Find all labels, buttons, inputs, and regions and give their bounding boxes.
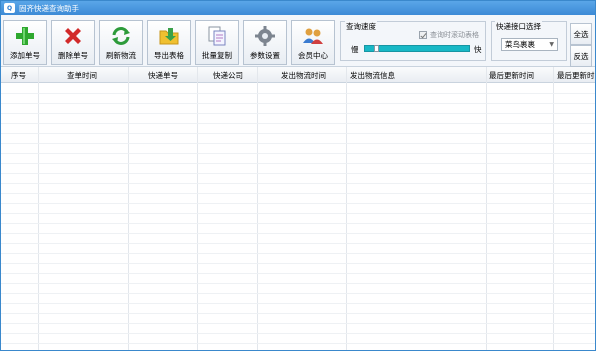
- column-divider: [38, 67, 39, 350]
- row-divider: [1, 303, 595, 304]
- copy-documents-icon: [208, 26, 226, 46]
- column-divider: [486, 67, 487, 350]
- courier-api-select[interactable]: 菜鸟裹裹 ▼: [501, 38, 558, 51]
- app-logo-icon: Q: [4, 3, 15, 13]
- slow-label: 慢: [351, 45, 359, 54]
- row-divider: [1, 223, 595, 224]
- column-header-courier[interactable]: 快递公司: [213, 70, 243, 81]
- row-divider: [1, 273, 595, 274]
- scroll-table-label: 查询时滚动表格: [430, 31, 479, 39]
- member-center-icon: [303, 28, 323, 44]
- select-all-button[interactable]: 全选: [570, 23, 592, 45]
- row-divider: [1, 333, 595, 334]
- row-divider: [1, 133, 595, 134]
- row-divider: [1, 253, 595, 254]
- column-header-last-update-2[interactable]: 最后更新时: [557, 70, 595, 81]
- row-divider: [1, 233, 595, 234]
- window-title: 固齐快递查询助手: [19, 3, 79, 13]
- export-table-label: 导出表格: [154, 51, 184, 60]
- column-header-tracking-number[interactable]: 快递单号: [148, 70, 178, 81]
- table-header: 序号 查单时间 快递单号 快递公司 发出物流时间 发出物流信息 最后更新时间 最…: [1, 67, 595, 83]
- member-center-button[interactable]: 会员中心: [291, 20, 335, 65]
- row-divider: [1, 313, 595, 314]
- column-header-query-time[interactable]: 查单时间: [67, 70, 97, 81]
- speed-slider-track[interactable]: [364, 45, 470, 52]
- app-window: Q 固齐快递查询助手 添加单号 删除单号 刷新物流 导出表格 批量复制 参数设置…: [0, 0, 596, 351]
- batch-copy-label: 批量复制: [202, 51, 232, 60]
- refresh-logistics-label: 刷新物流: [106, 51, 136, 60]
- delete-red-x-icon: [65, 28, 81, 44]
- row-divider: [1, 103, 595, 104]
- column-header-dispatch-time[interactable]: 发出物流时间: [281, 70, 326, 81]
- row-divider: [1, 293, 595, 294]
- add-green-plus-icon: [16, 27, 34, 45]
- column-header-last-update[interactable]: 最后更新时间: [489, 70, 534, 81]
- refresh-green-arrows-icon: [112, 27, 130, 45]
- row-divider: [1, 183, 595, 184]
- column-header-dispatch-info[interactable]: 发出物流信息: [350, 70, 395, 81]
- tracking-table[interactable]: 序号 查单时间 快递单号 快递公司 发出物流时间 发出物流信息 最后更新时间 最…: [1, 67, 595, 350]
- row-divider: [1, 283, 595, 284]
- export-table-button[interactable]: 导出表格: [147, 20, 191, 65]
- row-divider: [1, 213, 595, 214]
- title-bar: Q 固齐快递查询助手: [1, 1, 595, 15]
- scroll-table-checkbox[interactable]: 查询时滚动表格: [419, 30, 479, 40]
- row-divider: [1, 193, 595, 194]
- row-divider: [1, 163, 595, 164]
- fast-label: 快: [474, 45, 482, 54]
- row-divider: [1, 123, 595, 124]
- delete-number-button[interactable]: 删除单号: [51, 20, 95, 65]
- column-divider: [346, 67, 347, 350]
- settings-gear-icon: [255, 26, 275, 46]
- column-divider: [197, 67, 198, 350]
- parameter-settings-button[interactable]: 参数设置: [243, 20, 287, 65]
- row-divider: [1, 113, 595, 114]
- column-divider: [257, 67, 258, 350]
- row-divider: [1, 243, 595, 244]
- row-divider: [1, 93, 595, 94]
- batch-copy-button[interactable]: 批量复制: [195, 20, 239, 65]
- chevron-down-icon: ▼: [549, 41, 554, 48]
- speed-slider-thumb[interactable]: [374, 45, 379, 52]
- courier-api-selected: 菜鸟裹裹: [505, 40, 535, 49]
- export-folder-icon: [159, 28, 179, 45]
- checkbox-checked-icon: [419, 31, 427, 39]
- row-divider: [1, 143, 595, 144]
- row-divider: [1, 323, 595, 324]
- column-divider: [553, 67, 554, 350]
- member-center-label: 会员中心: [298, 51, 328, 60]
- row-divider: [1, 203, 595, 204]
- query-speed-title: 查询速度: [345, 21, 377, 32]
- column-divider: [128, 67, 129, 350]
- add-number-button[interactable]: 添加单号: [3, 20, 47, 65]
- row-divider: [1, 343, 595, 344]
- column-header-index[interactable]: 序号: [11, 70, 26, 81]
- refresh-logistics-button[interactable]: 刷新物流: [99, 20, 143, 65]
- delete-number-label: 删除单号: [58, 51, 88, 60]
- row-divider: [1, 153, 595, 154]
- row-divider: [1, 263, 595, 264]
- parameter-settings-label: 参数设置: [250, 51, 280, 60]
- add-number-label: 添加单号: [10, 51, 40, 60]
- invert-selection-button[interactable]: 反选: [570, 45, 592, 67]
- row-divider: [1, 173, 595, 174]
- courier-api-title: 快递接口选择: [495, 21, 542, 32]
